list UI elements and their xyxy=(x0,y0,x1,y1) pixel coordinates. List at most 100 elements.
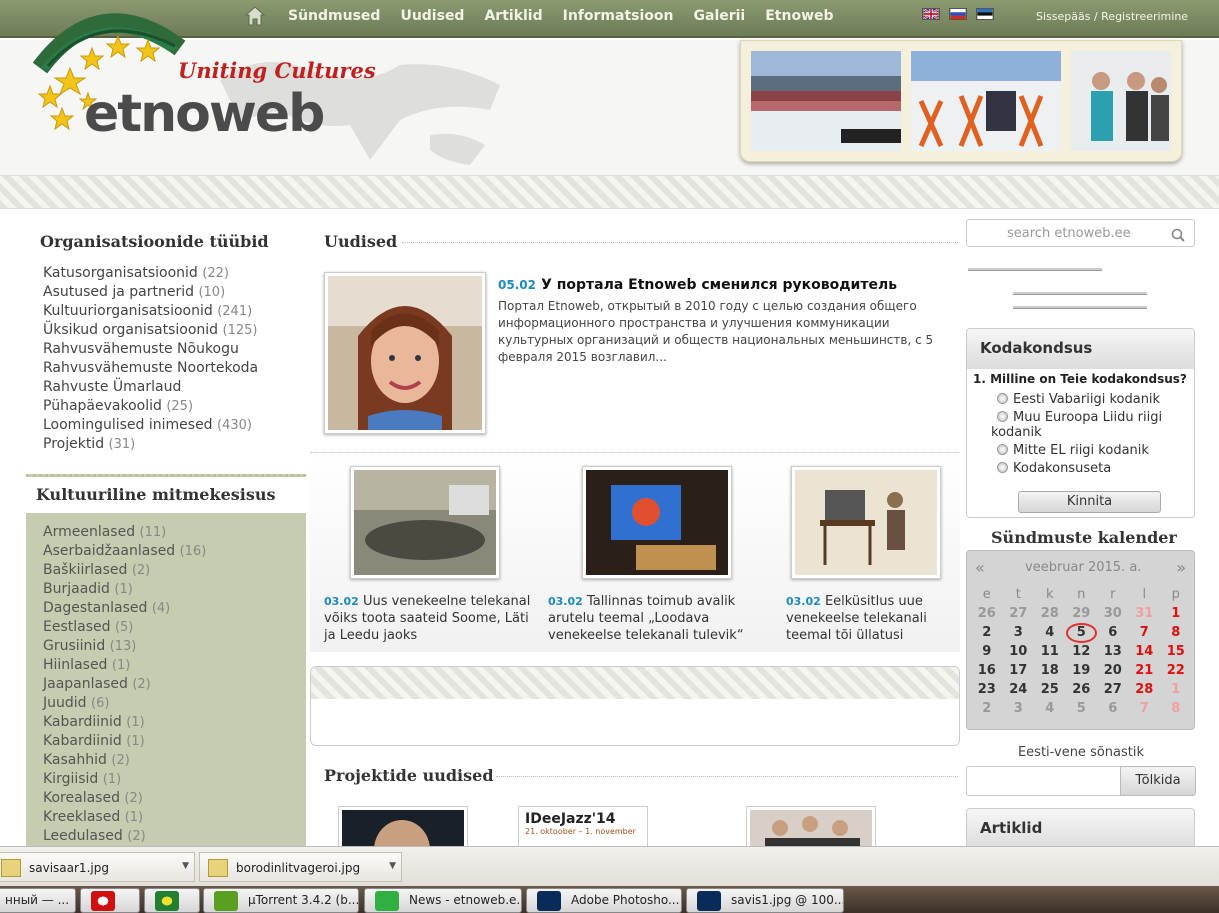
calendar-day[interactable]: 11 xyxy=(1034,644,1066,659)
list-item[interactable]: Juudid (6) xyxy=(43,694,206,713)
project-thumb-3[interactable] xyxy=(746,806,876,850)
calendar-day[interactable]: 8 xyxy=(1160,701,1192,716)
calendar-day[interactable]: 23 xyxy=(971,682,1003,697)
taskbar-item-browser[interactable]: News - etnoweb.e... xyxy=(364,888,522,913)
taskbar-item-opera[interactable] xyxy=(80,888,140,913)
translate-button[interactable]: Tõlkida xyxy=(1120,766,1196,796)
news-thumb-3[interactable] xyxy=(791,466,941,579)
calendar-day[interactable]: 1 xyxy=(1160,606,1192,621)
list-item[interactable]: Kabardiinid (1) xyxy=(43,713,206,732)
calendar-day[interactable]: 30 xyxy=(1097,606,1129,621)
calendar-day[interactable]: 17 xyxy=(1003,663,1035,678)
nav-link-informatsioon[interactable]: Informatsioon xyxy=(563,8,674,24)
poll-submit-button[interactable]: Kinnita xyxy=(1018,491,1161,513)
nav-link-etnoweb[interactable]: Etnoweb xyxy=(765,8,833,24)
nav-link-artiklid[interactable]: Artiklid xyxy=(484,8,542,24)
list-item[interactable]: Rahvusvähemuste Nõukogu xyxy=(43,340,258,359)
calendar-day[interactable]: 25 xyxy=(1034,682,1066,697)
calendar-day[interactable]: 21 xyxy=(1129,663,1161,678)
calendar-day[interactable]: 1 xyxy=(1160,682,1192,697)
search-input[interactable]: search etnoweb.ee xyxy=(966,219,1195,247)
taskbar-item-photoshop[interactable]: Adobe Photosho... xyxy=(526,888,682,913)
list-item[interactable]: Hiinlased (1) xyxy=(43,656,206,675)
calendar-day[interactable]: 3 xyxy=(1003,701,1035,716)
taskbar-item-1[interactable]: нный — ... xyxy=(0,888,76,913)
calendar-day[interactable]: 26 xyxy=(1066,682,1098,697)
list-item[interactable]: Jaapanlased (2) xyxy=(43,675,206,694)
list-item[interactable]: Baškiirlased (2) xyxy=(43,561,206,580)
estonia-flag-icon[interactable] xyxy=(976,8,994,20)
calendar-day[interactable]: 27 xyxy=(1097,682,1129,697)
chevron-down-icon[interactable]: ▼ xyxy=(389,861,396,871)
calendar-day[interactable]: 19 xyxy=(1066,663,1098,678)
calendar-day[interactable]: 18 xyxy=(1034,663,1066,678)
uk-flag-icon[interactable] xyxy=(922,8,940,20)
list-item[interactable]: Projektid (31) xyxy=(43,435,258,454)
list-item[interactable]: Pühapäevakoolid (25) xyxy=(43,397,258,416)
chevron-down-icon[interactable]: ▼ xyxy=(182,861,189,871)
calendar-prev-button[interactable]: « xyxy=(975,558,985,577)
nav-link-galerii[interactable]: Galerii xyxy=(694,8,746,24)
calendar-day[interactable]: 5 xyxy=(1066,701,1098,716)
calendar-day[interactable]: 24 xyxy=(1003,682,1035,697)
list-item[interactable]: Kirgiisid (1) xyxy=(43,770,206,789)
header-photo-ski-crowd[interactable] xyxy=(751,51,901,151)
search-icon[interactable] xyxy=(1171,228,1185,242)
list-item[interactable]: Korealased (2) xyxy=(43,789,206,808)
calendar-day[interactable]: 3 xyxy=(1003,625,1035,640)
header-photo-ski-event[interactable] xyxy=(911,51,1061,151)
header-photo-people-snow[interactable] xyxy=(1071,51,1171,151)
radio-button[interactable] xyxy=(997,393,1008,404)
calendar-day[interactable]: 31 xyxy=(1129,606,1161,621)
main-news-photo[interactable] xyxy=(324,272,486,434)
calendar-day[interactable]: 22 xyxy=(1160,663,1192,678)
calendar-day[interactable]: 13 xyxy=(1097,644,1129,659)
list-item[interactable]: Aserbaidžaanlased (16) xyxy=(43,542,206,561)
list-item[interactable]: Leedulased (2) xyxy=(43,827,206,846)
calendar-day[interactable]: 2 xyxy=(971,625,1003,640)
calendar-day[interactable]: 9 xyxy=(971,644,1003,659)
list-item[interactable]: Kabardiinid (1) xyxy=(43,732,206,751)
list-item[interactable]: Burjaadid (1) xyxy=(43,580,206,599)
list-item[interactable]: Kultuuriorganisatsioonid (241) xyxy=(43,302,258,321)
download-item-1[interactable]: savisaar1.jpg ▼ xyxy=(0,852,195,882)
calendar-day[interactable]: 5 xyxy=(1065,622,1097,643)
list-item[interactable]: Üksikud organisatsioonid (125) xyxy=(43,321,258,340)
calendar-day[interactable]: 14 xyxy=(1129,644,1161,659)
calendar-day[interactable]: 8 xyxy=(1160,625,1192,640)
radio-button[interactable] xyxy=(997,411,1008,422)
list-item[interactable]: Kreeklased (1) xyxy=(43,808,206,827)
list-item[interactable]: Katusorganisatsioonid (22) xyxy=(43,264,258,283)
calendar-day[interactable]: 6 xyxy=(1097,625,1129,640)
calendar-day[interactable]: 16 xyxy=(971,663,1003,678)
news-thumb-2[interactable] xyxy=(582,466,732,579)
main-news-title[interactable]: У портала Etnoweb сменился руководитель xyxy=(541,277,897,293)
calendar-day[interactable]: 20 xyxy=(1097,663,1129,678)
poll-option-2[interactable]: Muu Euroopa Liidu riigi kodanik xyxy=(967,410,1194,440)
project-thumb-1[interactable] xyxy=(338,806,468,880)
radio-button[interactable] xyxy=(997,462,1008,473)
calendar-day[interactable]: 27 xyxy=(1003,606,1035,621)
list-item[interactable]: Armeenlased (11) xyxy=(43,523,206,542)
list-item[interactable]: Asutused ja partnerid (10) xyxy=(43,283,258,302)
calendar-day[interactable]: 28 xyxy=(1129,682,1161,697)
news-caption-1[interactable]: 03.02 Uus venekeelne telekanal võiks too… xyxy=(324,593,534,644)
calendar-day[interactable]: 15 xyxy=(1160,644,1192,659)
calendar-day[interactable]: 6 xyxy=(1097,701,1129,716)
calendar-day[interactable]: 7 xyxy=(1129,701,1161,716)
taskbar-item-photoshop-doc[interactable]: savis1.jpg @ 100... xyxy=(686,888,844,913)
download-item-2[interactable]: borodinlitvageroi.jpg ▼ xyxy=(199,852,402,882)
calendar-day[interactable]: 26 xyxy=(971,606,1003,621)
list-item[interactable]: Grusiinid (13) xyxy=(43,637,206,656)
calendar-today-marker[interactable]: 5 xyxy=(1065,622,1097,643)
taskbar-item-utorrent[interactable]: µTorrent 3.4.2 (b... xyxy=(203,888,359,913)
calendar-day[interactable]: 28 xyxy=(1034,606,1066,621)
list-item[interactable]: Kasahhid (2) xyxy=(43,751,206,770)
list-item[interactable]: Rahvuste Ümarlaud xyxy=(43,378,258,397)
radio-button[interactable] xyxy=(997,444,1008,455)
calendar-day[interactable]: 7 xyxy=(1129,625,1161,640)
news-thumb-1[interactable] xyxy=(350,466,500,579)
calendar-day[interactable]: 4 xyxy=(1034,701,1066,716)
list-item[interactable]: Loomingulised inimesed (430) xyxy=(43,416,258,435)
calendar-day[interactable]: 29 xyxy=(1066,606,1098,621)
